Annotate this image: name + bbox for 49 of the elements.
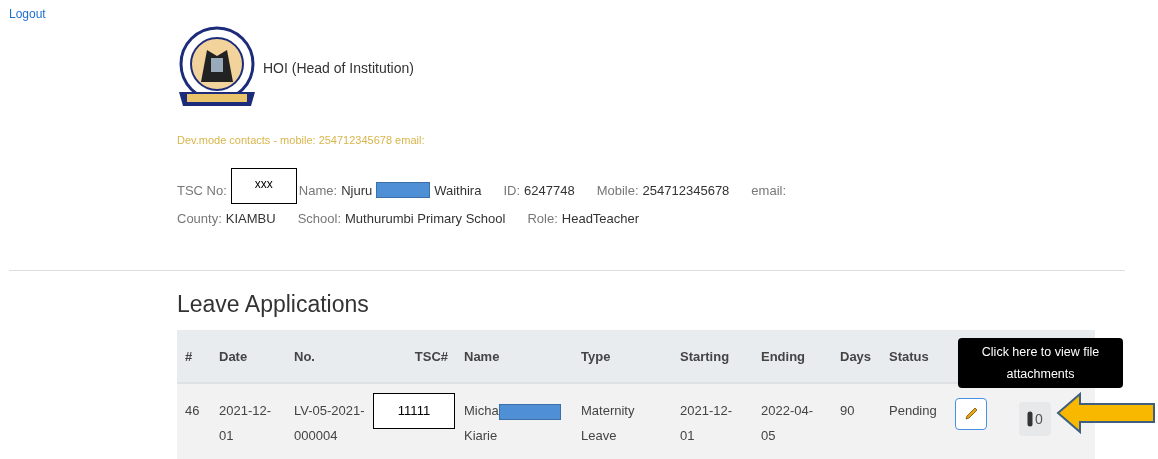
column-header: Date [211, 330, 286, 383]
column-header: # [177, 330, 211, 383]
table-cell: Micha [464, 403, 499, 418]
redaction-bar [498, 403, 561, 420]
paperclip-icon [1027, 411, 1033, 427]
column-header: Type [573, 330, 672, 383]
section-title: Leave Applications [177, 291, 370, 318]
edit-button[interactable] [955, 398, 987, 430]
field-value: Njuru [341, 182, 373, 198]
field-value: HeadTeacher [561, 210, 640, 226]
arrow-icon [1056, 392, 1156, 434]
pencil-icon [963, 406, 979, 422]
table-cell: LV-05-2021-000004 [286, 383, 379, 459]
field-label: Mobile: [596, 182, 639, 198]
field-label: School: [297, 210, 342, 226]
table-cell: 2022-04-05 [753, 383, 832, 459]
field-value: 254712345678 [642, 182, 730, 198]
column-header: Ending [753, 330, 832, 383]
logout-link[interactable]: Logout [9, 7, 46, 21]
table-cell: 90 [832, 383, 881, 459]
table-cell: 46 [177, 383, 211, 459]
field-value: Waithira [434, 182, 482, 198]
page-title: HOI (Head of Institution) [263, 60, 414, 76]
dev-contacts-text: Dev.mode contacts - mobile: 254712345678 email: [177, 134, 426, 146]
masked-value: 11111 [373, 393, 455, 429]
table-cell: 2021-12-01 [672, 383, 753, 459]
field-label: email: [751, 182, 787, 198]
column-header: No. [286, 330, 379, 383]
field-label: ID: [503, 182, 521, 198]
redaction-bar [376, 182, 431, 198]
table-cell: Maternity Leave [573, 383, 672, 459]
masked-value: xxx [230, 168, 297, 204]
field-value: KIAMBU [225, 210, 276, 226]
column-header: Days [832, 330, 881, 383]
attachments-button[interactable]: 0 [1019, 402, 1051, 436]
field-value: 6247748 [524, 182, 575, 198]
column-header: Name [456, 330, 573, 383]
table-cell: 2021-12-01 [211, 383, 286, 459]
field-label: County: [177, 210, 222, 226]
column-header: Status [881, 330, 947, 383]
field-label: Role: [527, 210, 558, 226]
field-label: TSC No: [177, 182, 227, 198]
column-header: Starting [672, 330, 753, 383]
field-value: Muthurumbi Primary School [345, 210, 506, 226]
table-cell: Pending [881, 383, 947, 459]
table-cell: Kiarie [464, 428, 498, 443]
tooltip: Click here to view file attachments [958, 338, 1123, 388]
field-label: Name: [298, 182, 338, 198]
column-header: TSC# [379, 330, 456, 383]
